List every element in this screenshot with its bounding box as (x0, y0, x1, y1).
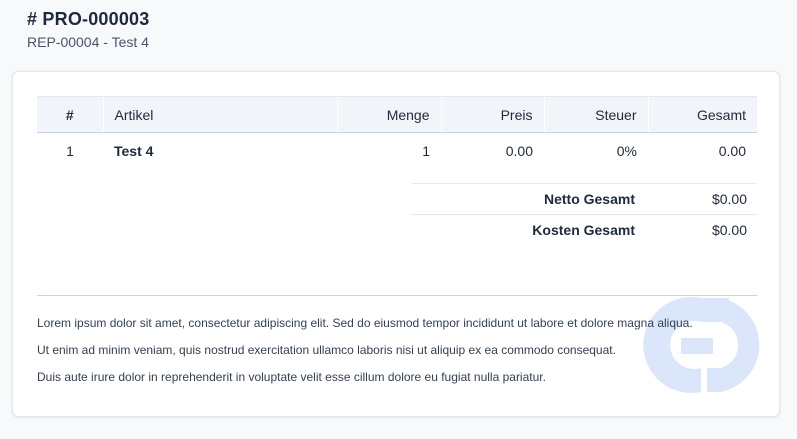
row-number: 1 (66, 143, 74, 159)
row-gesamt: 0.00 (718, 143, 746, 159)
cost-total-row: Kosten Gesamt $0.00 (411, 214, 757, 245)
row-steuer: 0% (616, 143, 637, 159)
note-line: Duis aute irure dolor in reprehenderit i… (37, 370, 546, 384)
net-total-label: Netto Gesamt (543, 191, 635, 207)
notes-text: Lorem ipsum dolor sit amet, consectetur … (37, 310, 757, 391)
note-line: Ut enim ad minim veniam, quis nostrud ex… (37, 343, 616, 357)
cost-total-value: $0.00 (711, 222, 747, 238)
document-header: # PRO-000003 REP-00004 - Test 4 (27, 8, 149, 51)
column-header-menge: Menge (336, 96, 441, 133)
column-header-gesamt: Gesamt (647, 96, 757, 133)
row-preis: 0.00 (505, 143, 533, 159)
row-menge: 1 (422, 143, 430, 159)
column-header-number: # (37, 96, 103, 133)
column-header-steuer: Steuer (543, 96, 648, 133)
note-line: Lorem ipsum dolor sit amet, consectetur … (37, 316, 693, 330)
table-header-row: # Artikel Menge Preis Steuer Gesamt (37, 96, 757, 133)
column-header-preis: Preis (440, 96, 544, 133)
cost-total-label: Kosten Gesamt (532, 222, 635, 238)
invoice-card: # Artikel Menge Preis Steuer Gesamt 1 Te… (12, 71, 780, 417)
row-artikel: Test 4 (114, 143, 154, 159)
items-table: # Artikel Menge Preis Steuer Gesamt 1 Te… (37, 96, 757, 169)
notes-divider (37, 295, 757, 296)
page-title: # PRO-000003 (27, 9, 150, 29)
table-row: 1 Test 4 1 0.00 0% 0.00 (37, 133, 757, 170)
page-subtitle: REP-00004 - Test 4 (27, 34, 149, 50)
net-total-row: Netto Gesamt $0.00 (411, 183, 757, 214)
totals-section: Netto Gesamt $0.00 Kosten Gesamt $0.00 (411, 183, 757, 245)
column-header-artikel: Artikel (102, 96, 337, 133)
net-total-value: $0.00 (711, 191, 747, 207)
